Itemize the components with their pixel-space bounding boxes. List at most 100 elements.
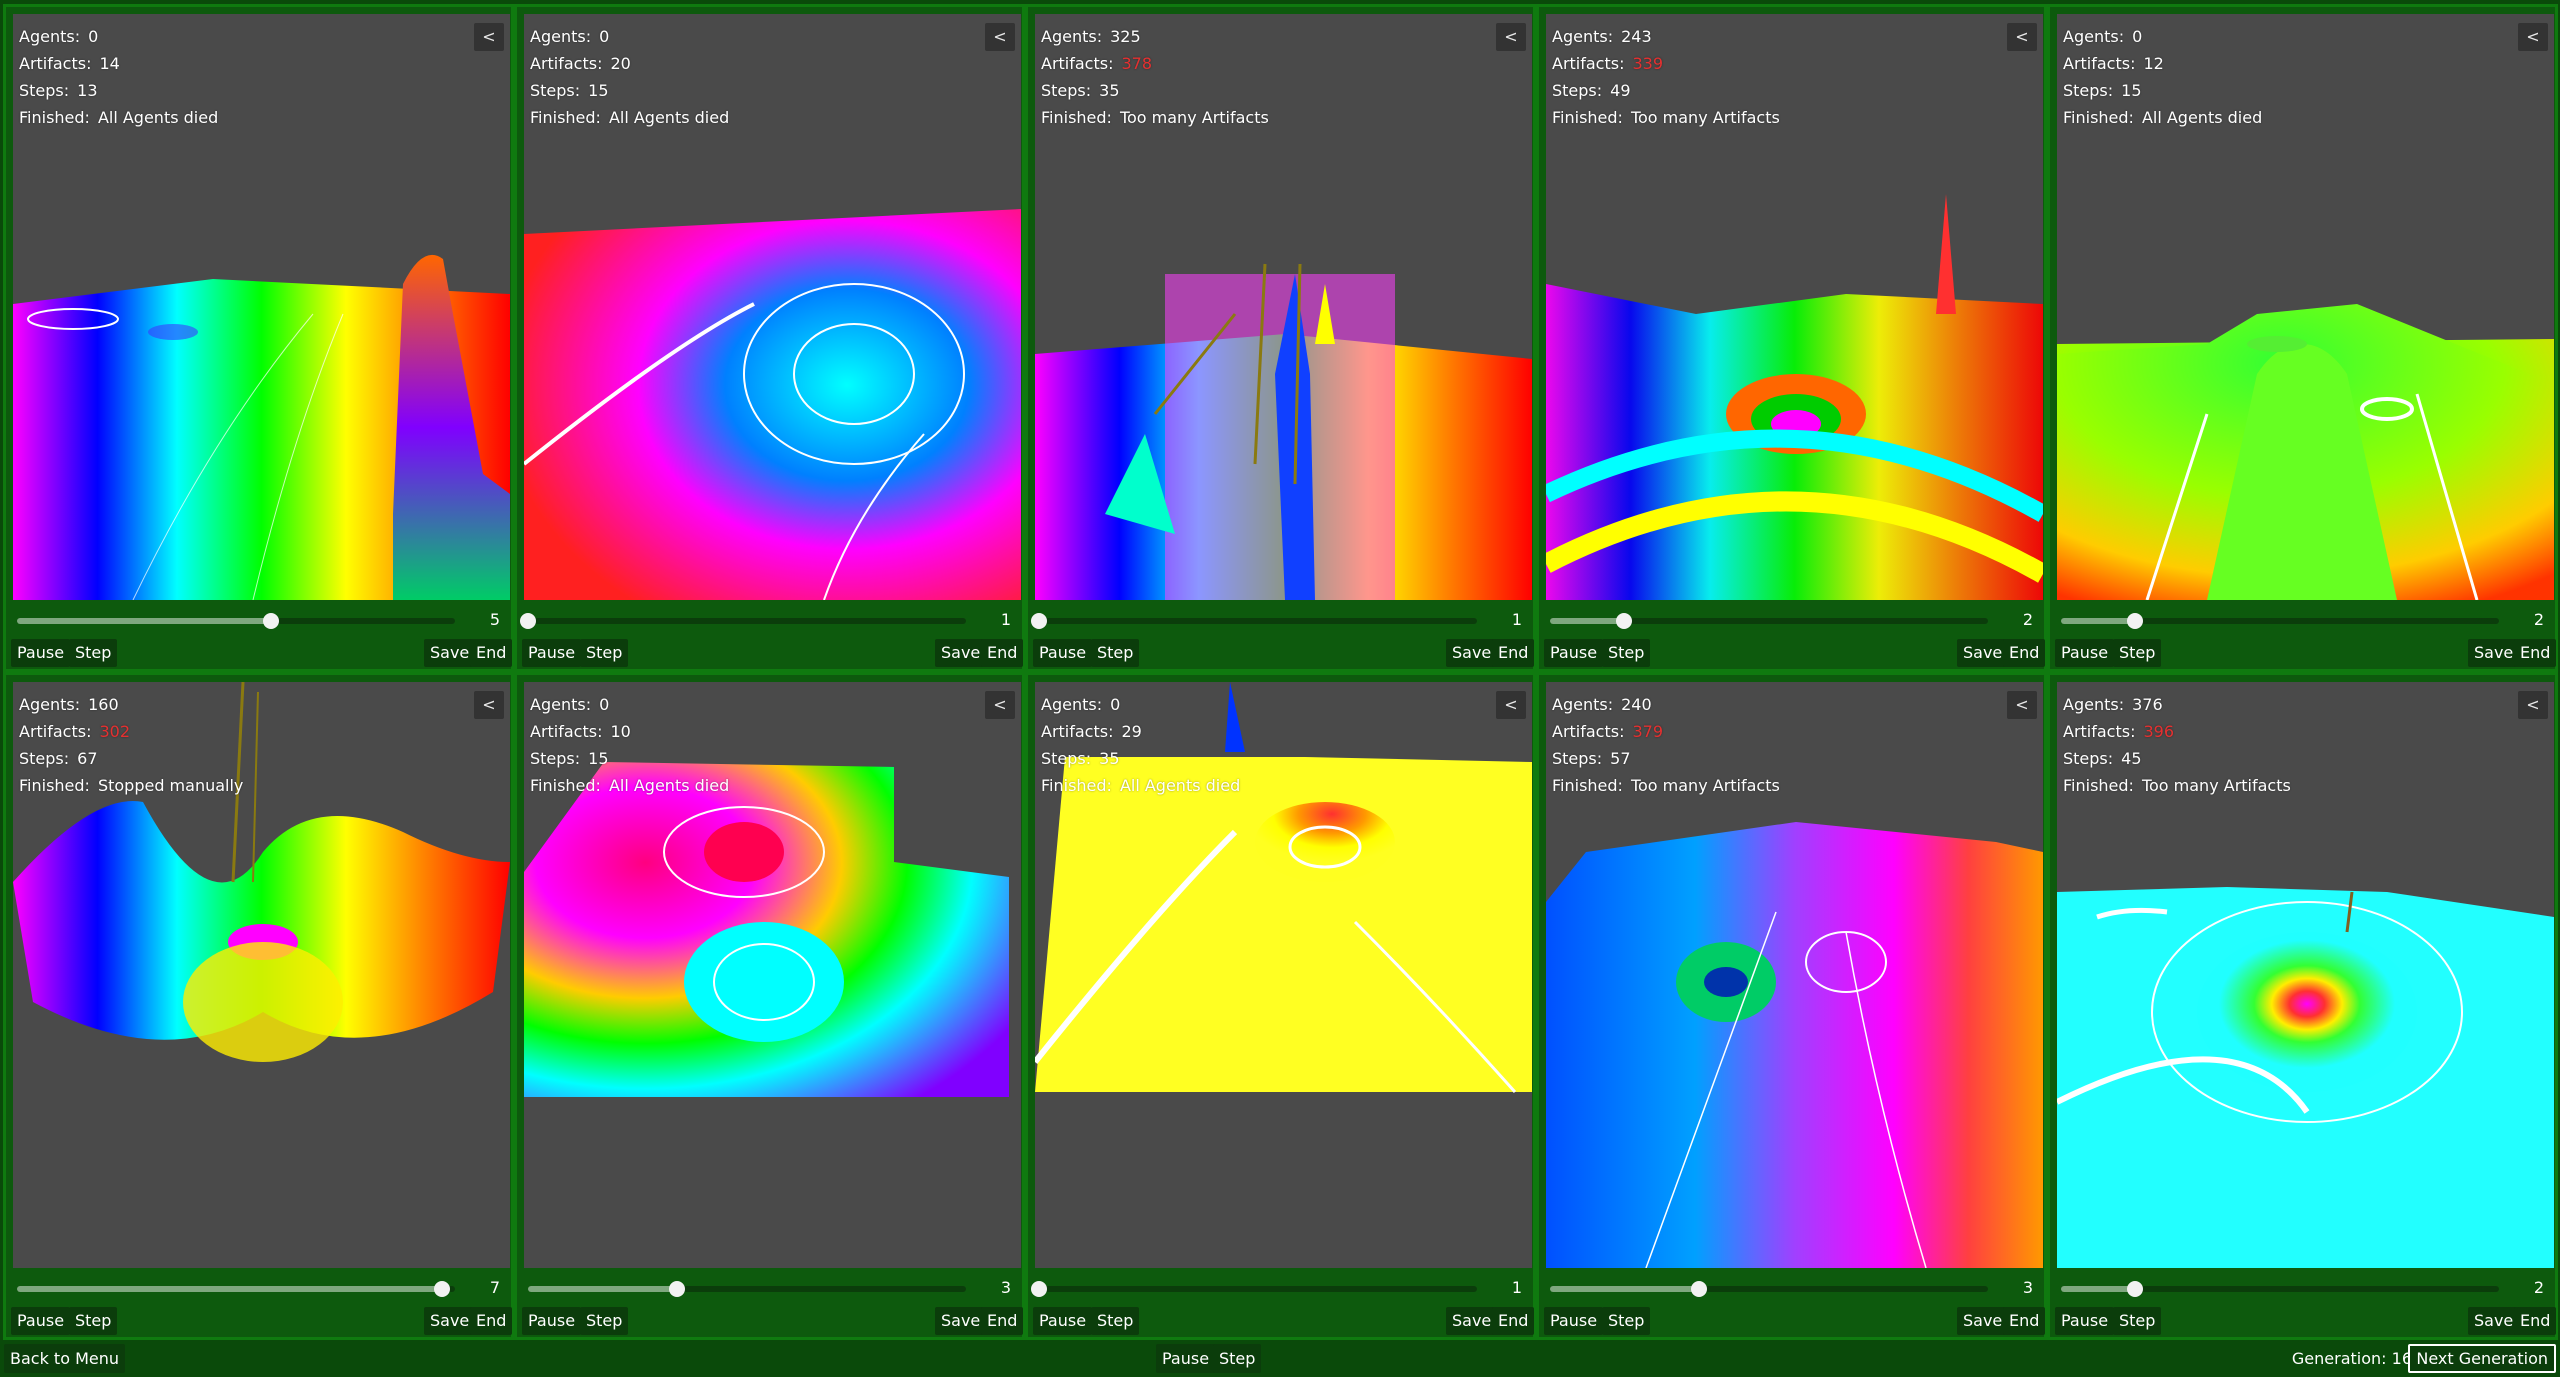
step-button[interactable]: Step xyxy=(580,1307,629,1335)
pause-button[interactable]: Pause xyxy=(11,639,71,667)
end-button[interactable]: End xyxy=(981,639,1024,667)
collapse-button[interactable]: < xyxy=(2007,691,2037,719)
surface-viewport[interactable]: Agents: 376 Artifacts: 396 Steps: 45 Finish… xyxy=(2057,682,2554,1268)
timeline-slider[interactable]: 5 xyxy=(13,608,510,632)
collapse-button[interactable]: < xyxy=(2007,23,2037,51)
timeline-slider[interactable]: 3 xyxy=(1546,1276,2043,1300)
collapse-button[interactable]: < xyxy=(1496,23,1526,51)
surface-viewport[interactable]: Agents: 0 Artifacts: 10 Steps: 15 Finished:… xyxy=(524,682,1021,1268)
steps-value: 45 xyxy=(2121,749,2142,768)
collapse-button[interactable]: < xyxy=(474,23,504,51)
timeline-slider[interactable]: 2 xyxy=(2057,608,2554,632)
surface-viewport[interactable]: Agents: 160 Artifacts: 302 Steps: 67 Finish… xyxy=(13,682,510,1268)
slider-track[interactable] xyxy=(17,613,455,629)
slider-track[interactable] xyxy=(1550,1281,1988,1297)
slider-track[interactable] xyxy=(2061,1281,2499,1297)
end-button[interactable]: End xyxy=(2514,1307,2557,1335)
next-generation-button[interactable]: Next Generation xyxy=(2408,1344,2556,1373)
save-button[interactable]: Save xyxy=(2468,639,2520,667)
end-button[interactable]: End xyxy=(470,639,513,667)
collapse-button[interactable]: < xyxy=(2518,691,2548,719)
save-button[interactable]: Save xyxy=(1446,1307,1498,1335)
slider-track[interactable] xyxy=(520,613,966,629)
save-button[interactable]: Save xyxy=(2468,1307,2520,1335)
collapse-button[interactable]: < xyxy=(2518,23,2548,51)
timeline-slider[interactable]: 3 xyxy=(524,1276,1021,1300)
pause-button[interactable]: Pause xyxy=(11,1307,71,1335)
step-button[interactable]: Step xyxy=(580,639,629,667)
step-button[interactable]: Step xyxy=(2113,639,2162,667)
pause-button[interactable]: Pause xyxy=(1544,639,1604,667)
slider-thumb[interactable] xyxy=(433,1281,450,1297)
slider-thumb[interactable] xyxy=(1031,1281,1047,1297)
end-button[interactable]: End xyxy=(470,1307,513,1335)
step-button[interactable]: Step xyxy=(2113,1307,2162,1335)
slider-track[interactable] xyxy=(528,1281,966,1297)
pause-button[interactable]: Pause xyxy=(2055,1307,2115,1335)
timeline-slider[interactable]: 1 xyxy=(1031,1276,1532,1300)
end-button[interactable]: End xyxy=(981,1307,1024,1335)
slider-track[interactable] xyxy=(1031,1281,1477,1297)
save-button[interactable]: Save xyxy=(424,639,476,667)
surface-viewport[interactable]: Agents: 0 Artifacts: 12 Steps: 15 Finished:… xyxy=(2057,14,2554,600)
global-pause-button[interactable]: Pause xyxy=(1156,1344,1216,1373)
surface-viewport[interactable]: Agents: 0 Artifacts: 29 Steps: 35 Finished:… xyxy=(1035,682,1532,1268)
slider-thumb[interactable] xyxy=(263,613,280,629)
pause-button[interactable]: Pause xyxy=(522,639,582,667)
steps-value: 15 xyxy=(588,749,609,768)
step-button[interactable]: Step xyxy=(1602,1307,1651,1335)
timeline-slider[interactable]: 1 xyxy=(520,608,1021,632)
pause-button[interactable]: Pause xyxy=(522,1307,582,1335)
surface-viewport[interactable]: Agents: 325 Artifacts: 378 Steps: 35 Finish… xyxy=(1035,14,1532,600)
end-button[interactable]: End xyxy=(2003,1307,2046,1335)
slider-thumb[interactable] xyxy=(2127,1281,2144,1297)
pause-button[interactable]: Pause xyxy=(1033,639,1093,667)
surface-viewport[interactable]: Agents: 0 Artifacts: 14 Steps: 13 Finished:… xyxy=(13,14,510,600)
end-button[interactable]: End xyxy=(1492,639,1535,667)
surface-viewport[interactable]: Agents: 240 Artifacts: 379 Steps: 57 Finish… xyxy=(1546,682,2043,1268)
step-button[interactable]: Step xyxy=(69,639,118,667)
step-button[interactable]: Step xyxy=(1602,639,1651,667)
collapse-button[interactable]: < xyxy=(985,691,1015,719)
global-step-button[interactable]: Step xyxy=(1213,1344,1262,1373)
slider-thumb[interactable] xyxy=(2127,613,2144,629)
save-button[interactable]: Save xyxy=(1446,639,1498,667)
slider-thumb[interactable] xyxy=(1690,1281,1707,1297)
slider-thumb[interactable] xyxy=(520,613,536,629)
end-button[interactable]: End xyxy=(2514,639,2557,667)
step-button[interactable]: Step xyxy=(1091,639,1140,667)
pause-button[interactable]: Pause xyxy=(2055,639,2115,667)
collapse-button[interactable]: < xyxy=(474,691,504,719)
slider-track[interactable] xyxy=(2061,613,2499,629)
timeline-slider[interactable]: 7 xyxy=(13,1276,510,1300)
collapse-button[interactable]: < xyxy=(985,23,1015,51)
slider-thumb[interactable] xyxy=(1616,613,1633,629)
slider-track[interactable] xyxy=(1031,613,1477,629)
timeline-slider[interactable]: 1 xyxy=(1031,608,1532,632)
end-button[interactable]: End xyxy=(1492,1307,1535,1335)
back-to-menu-button[interactable]: Back to Menu xyxy=(4,1344,126,1373)
surface-viewport[interactable]: Agents: 0 Artifacts: 20 Steps: 15 Finished:… xyxy=(524,14,1021,600)
collapse-button[interactable]: < xyxy=(1496,691,1526,719)
slider-track[interactable] xyxy=(1550,613,1988,629)
step-button[interactable]: Step xyxy=(1091,1307,1140,1335)
end-button[interactable]: End xyxy=(2003,639,2046,667)
slider-thumb[interactable] xyxy=(668,1281,685,1297)
step-button[interactable]: Step xyxy=(69,1307,118,1335)
agents-stat: Agents: 240 xyxy=(1552,691,1780,718)
slider-track[interactable] xyxy=(17,1281,455,1297)
save-button[interactable]: Save xyxy=(935,639,987,667)
timeline-slider[interactable]: 2 xyxy=(2057,1276,2554,1300)
save-button[interactable]: Save xyxy=(1957,1307,2009,1335)
save-button[interactable]: Save xyxy=(424,1307,476,1335)
artifacts-label: Artifacts: xyxy=(530,722,603,741)
surface-viewport[interactable]: Agents: 243 Artifacts: 339 Steps: 49 Finish… xyxy=(1546,14,2043,600)
steps-label: Steps: xyxy=(2063,81,2114,100)
pause-button[interactable]: Pause xyxy=(1544,1307,1604,1335)
slider-thumb[interactable] xyxy=(1031,613,1047,629)
save-button[interactable]: Save xyxy=(935,1307,987,1335)
pause-button[interactable]: Pause xyxy=(1033,1307,1093,1335)
timeline-slider[interactable]: 2 xyxy=(1546,608,2043,632)
save-button[interactable]: Save xyxy=(1957,639,2009,667)
finished-label: Finished: xyxy=(1552,776,1623,795)
